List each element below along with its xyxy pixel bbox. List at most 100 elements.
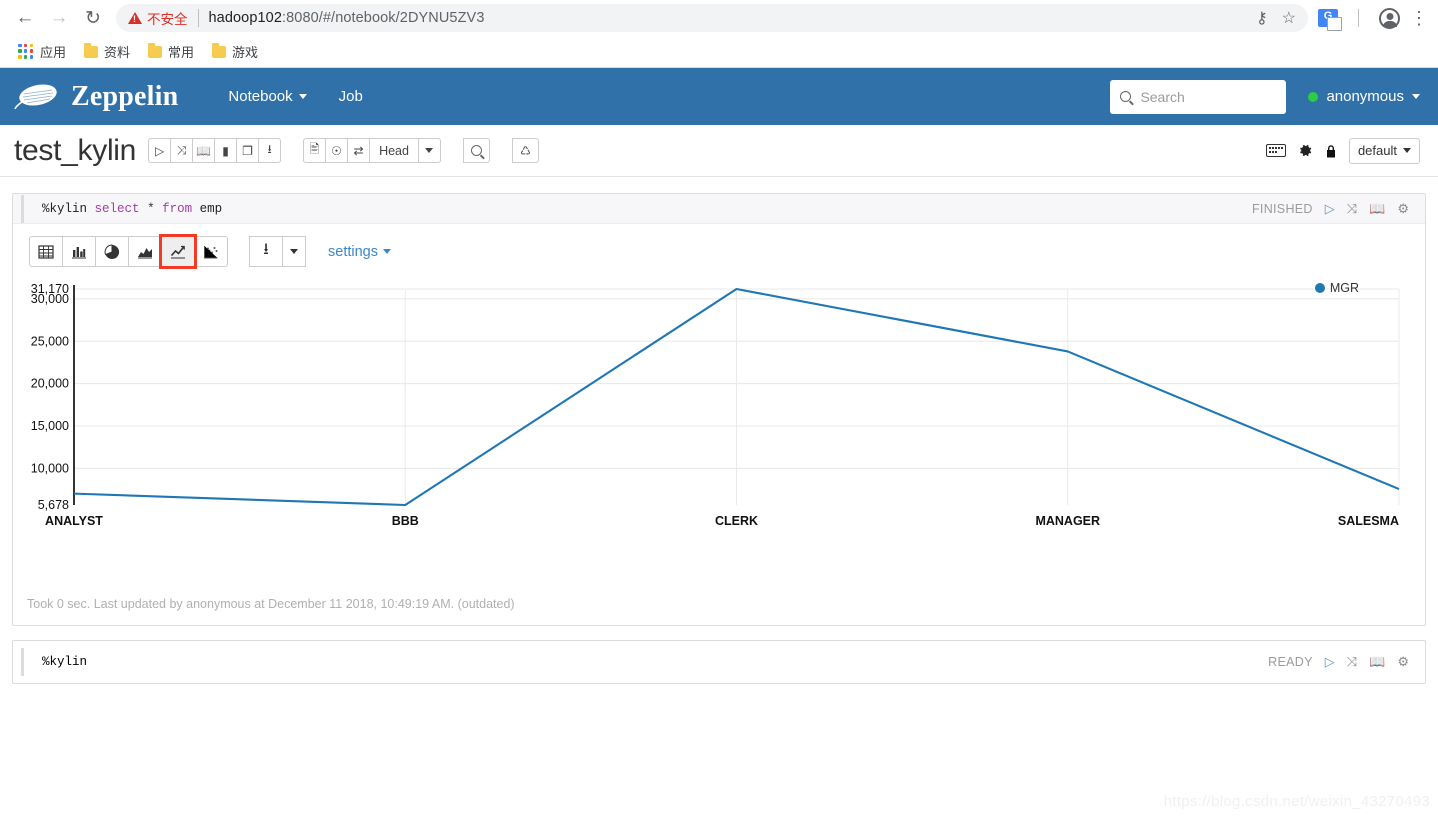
table-icon bbox=[38, 244, 54, 259]
legend-label: MGR bbox=[1329, 281, 1359, 295]
export-icon[interactable]: ⭳ bbox=[258, 138, 282, 163]
head-selector[interactable]: Head bbox=[369, 138, 419, 163]
nav-links: Notebook Job bbox=[214, 80, 376, 113]
bookmark-apps[interactable]: 应用 bbox=[10, 39, 74, 64]
reload-icon[interactable]: ↻ bbox=[76, 3, 110, 33]
area-chart-button[interactable] bbox=[128, 236, 162, 267]
clone-icon[interactable]: ❐ bbox=[236, 138, 260, 163]
browser-chrome: ← → ↻ 不安全 hadoop102:8080/#/notebook/2DYN… bbox=[0, 0, 1438, 68]
caret-down-icon bbox=[382, 249, 391, 254]
gear-icon[interactable]: ⚙ bbox=[1397, 654, 1409, 670]
caret-down-icon bbox=[298, 94, 307, 99]
paragraph-1: %kylin select * from emp FINISHED ▷ ⤨ 📖 … bbox=[12, 193, 1426, 626]
page-title: test_kylin bbox=[14, 133, 137, 167]
table-chart-button[interactable] bbox=[29, 236, 63, 267]
visualization-toolbar: ⭳ settings bbox=[13, 224, 1425, 273]
book-icon[interactable]: 📖 bbox=[1369, 201, 1385, 217]
trash-icon[interactable]: ♺ bbox=[511, 138, 539, 163]
download-caret-button[interactable] bbox=[282, 236, 306, 267]
paragraph-1-status-group: FINISHED ▷ ⤨ 📖 ⚙ bbox=[1252, 201, 1415, 217]
svg-text:CLERK: CLERK bbox=[715, 514, 758, 528]
download-group: ⭳ bbox=[249, 236, 306, 267]
bookmark-label: 资料 bbox=[104, 45, 131, 60]
settings-label: settings bbox=[328, 243, 378, 260]
security-indicator[interactable]: 不安全 bbox=[128, 8, 188, 28]
gear-icon[interactable] bbox=[1298, 143, 1313, 158]
user-menu[interactable]: anonymous bbox=[1308, 88, 1420, 105]
star-icon[interactable]: ☆ bbox=[1282, 8, 1296, 28]
search-icon bbox=[1120, 91, 1132, 102]
warning-triangle-icon bbox=[128, 12, 142, 24]
kebab-menu-icon[interactable]: ⋮ bbox=[1410, 9, 1428, 27]
line-chart[interactable]: MGR 31,170 30,000 25,000 20,000 15,000 10,000… bbox=[17, 277, 1421, 587]
url-host: hadoop102 bbox=[208, 10, 282, 26]
bar-chart-button[interactable] bbox=[62, 236, 96, 267]
notebook-header: test_kylin ▷ ⤨ 📖 ▮ ❐ ⭳ 🖹 ☉ ⇄ Head ♺ defa… bbox=[0, 125, 1438, 177]
chart-canvas: 31,17030,00025,00020,00015,00010,0005,67… bbox=[31, 282, 1400, 528]
run-all-icon[interactable]: ▷ bbox=[148, 138, 172, 163]
forward-arrow-icon[interactable]: → bbox=[42, 3, 76, 33]
report-icon[interactable]: 🖹 bbox=[303, 138, 327, 163]
collapse-icon[interactable]: ⤨ bbox=[1347, 201, 1357, 217]
line-chart-icon bbox=[170, 245, 185, 258]
clock-icon[interactable]: ☉ bbox=[325, 138, 349, 163]
eraser-icon[interactable]: ▮ bbox=[214, 138, 238, 163]
pie-chart-button[interactable] bbox=[95, 236, 129, 267]
bookmark-ziliao[interactable]: 资料 bbox=[76, 39, 138, 64]
viz-type-group bbox=[29, 234, 228, 269]
keyboard-icon[interactable] bbox=[1265, 144, 1286, 157]
paragraph-1-code[interactable]: %kylin select * from emp bbox=[21, 194, 1252, 223]
collapse-icon[interactable]: ⤨ bbox=[1347, 654, 1357, 670]
status-badge: FINISHED bbox=[1252, 201, 1313, 216]
caret-down-icon[interactable] bbox=[417, 138, 441, 163]
svg-text:MANAGER: MANAGER bbox=[1035, 514, 1100, 528]
lock-icon[interactable] bbox=[1325, 144, 1337, 158]
bookmark-youxi[interactable]: 游戏 bbox=[204, 39, 266, 64]
scatter-chart-button[interactable] bbox=[194, 236, 228, 267]
line-chart-button[interactable] bbox=[159, 234, 197, 269]
brand-logo[interactable]: Zeppelin bbox=[14, 81, 178, 113]
run-icon[interactable]: ▷ bbox=[1325, 201, 1335, 217]
bookmarks-bar: 应用 资料 常用 游戏 bbox=[0, 36, 1438, 68]
collapse-icon[interactable]: ⤨ bbox=[170, 138, 194, 163]
nav-item-job[interactable]: Job bbox=[325, 80, 377, 113]
status-badge: READY bbox=[1268, 655, 1313, 669]
nav-item-notebook[interactable]: Notebook bbox=[214, 80, 320, 113]
paragraph-2: %kylin READY ▷ ⤨ 📖 ⚙ bbox=[12, 640, 1426, 684]
bookmark-changyong[interactable]: 常用 bbox=[140, 39, 202, 64]
book-icon[interactable]: 📖 bbox=[192, 138, 216, 163]
profile-icon[interactable] bbox=[1379, 7, 1400, 29]
google-translate-icon[interactable]: G bbox=[1318, 9, 1342, 31]
svg-text:10,000: 10,000 bbox=[31, 461, 69, 475]
search-input[interactable] bbox=[1138, 87, 1277, 106]
bar-chart-icon bbox=[72, 246, 86, 258]
interpreter-binding-selector[interactable]: default bbox=[1348, 137, 1420, 164]
paragraph-2-status-group: READY ▷ ⤨ 📖 ⚙ bbox=[1268, 654, 1415, 670]
gear-icon[interactable]: ⚙ bbox=[1397, 201, 1409, 217]
note-body: %kylin select * from emp FINISHED ▷ ⤨ 📖 … bbox=[0, 177, 1438, 684]
settings-toggle[interactable]: settings bbox=[328, 244, 391, 260]
browser-url-bar: ← → ↻ 不安全 hadoop102:8080/#/notebook/2DYN… bbox=[0, 0, 1438, 36]
zeppelin-navbar: Zeppelin Notebook Job anonymous bbox=[0, 68, 1438, 125]
chart-legend[interactable]: MGR bbox=[1314, 281, 1359, 295]
bookmark-label: 游戏 bbox=[232, 45, 259, 60]
bookmark-label: 应用 bbox=[40, 45, 67, 60]
omnibox[interactable]: 不安全 hadoop102:8080/#/notebook/2DYNU5ZV3 … bbox=[116, 4, 1308, 32]
run-icon[interactable]: ▷ bbox=[1325, 654, 1335, 670]
shortcut-icon[interactable]: ⇄ bbox=[347, 138, 371, 163]
svg-text:20,000: 20,000 bbox=[31, 377, 69, 391]
folder-icon bbox=[84, 42, 99, 58]
search-icon[interactable] bbox=[462, 138, 490, 163]
paragraph-2-code[interactable]: %kylin bbox=[21, 648, 1268, 676]
notebook-view-toolbar: 🖹 ☉ ⇄ Head bbox=[303, 138, 441, 163]
back-arrow-icon[interactable]: ← bbox=[8, 3, 42, 33]
search-box[interactable] bbox=[1110, 79, 1287, 114]
paragraph-1-code-row[interactable]: %kylin select * from emp FINISHED ▷ ⤨ 📖 … bbox=[13, 194, 1425, 224]
paragraph-2-code-row[interactable]: %kylin READY ▷ ⤨ 📖 ⚙ bbox=[13, 647, 1425, 677]
download-button[interactable]: ⭳ bbox=[249, 236, 283, 267]
book-icon[interactable]: 📖 bbox=[1369, 654, 1385, 670]
svg-text:15,000: 15,000 bbox=[31, 419, 69, 433]
apps-grid-icon bbox=[18, 43, 34, 60]
nav-label: Job bbox=[338, 88, 363, 105]
key-icon[interactable]: ⚷ bbox=[1256, 8, 1268, 28]
